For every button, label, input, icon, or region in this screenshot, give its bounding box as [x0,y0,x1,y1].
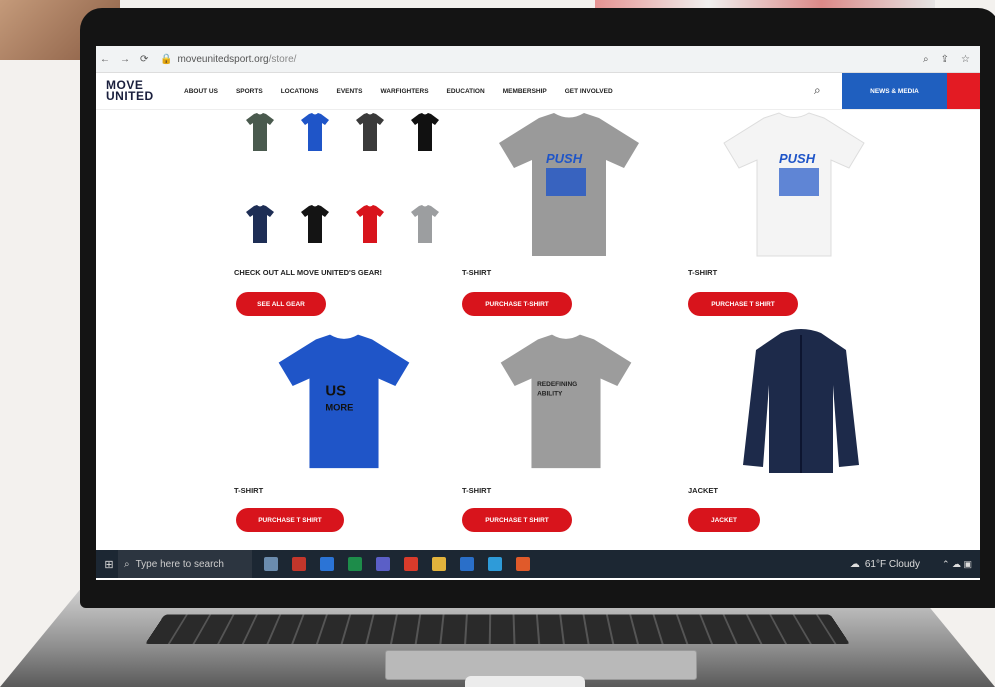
svg-text:PUSH: PUSH [546,151,583,166]
windows-start-icon[interactable]: ⊞ [100,558,118,571]
search-icon: ⌕ [124,558,130,570]
browser-toolbar: ← → ⟳ 🔒 moveunitedsport.org/store/ ⌕ ⇪ ☆ [96,46,980,73]
news-media-button[interactable]: NEWS & MEDIA [842,73,947,109]
system-tray-icons[interactable]: ⌃ ☁ ▣ [942,559,972,570]
photos-icon[interactable] [488,557,502,571]
jacket-button[interactable]: JACKET [688,508,760,532]
product-image-tshirt-blue[interactable]: US MORE [271,322,416,477]
weather-text: 61°F Cloudy [864,558,920,570]
gear-thumbnail[interactable] [399,108,451,196]
excel-icon[interactable] [348,557,362,571]
teams-icon[interactable] [376,557,390,571]
shirt-icon [348,202,392,246]
shirt-icon [238,202,282,246]
app-icon[interactable] [516,557,530,571]
purchase-tshirt-button[interactable]: PURCHASE T SHIRT [462,508,572,532]
url-path: /store/ [268,53,297,65]
product-title: JACKET [688,486,719,495]
laptop-keyboard [145,614,850,645]
see-all-gear-button[interactable]: SEE ALL GEAR [236,292,326,316]
nav-about-us[interactable]: ABOUT US [184,88,218,95]
logo-line-2: UNITED [106,89,154,103]
chrome-icon[interactable] [292,557,306,571]
svg-text:US: US [325,382,346,399]
shirt-icon [293,110,337,154]
task-view-icon[interactable] [264,557,278,571]
gear-thumbnail[interactable] [289,108,341,196]
svg-text:PUSH: PUSH [779,151,816,166]
nav-membership[interactable]: MEMBERSHIP [503,88,547,95]
product-title: T-SHIRT [462,486,492,495]
purchase-tshirt-button[interactable]: PURCHASE T SHIRT [236,508,344,532]
purchase-tshirt-button[interactable]: PURCHASE T-SHIRT [462,292,572,316]
shirt-icon [293,202,337,246]
product-image-tshirt-white[interactable]: PUSH [716,108,871,258]
product-image-tshirt-redefining[interactable]: REDEFINING ABILITY [491,322,641,477]
gear-thumbnail[interactable] [234,108,286,196]
outlook-icon[interactable] [320,557,334,571]
gear-thumbnail[interactable] [344,108,396,196]
site-logo[interactable]: MOVE UNITED [96,79,184,103]
taskbar-search-placeholder: Type here to search [135,558,224,570]
weather-widget[interactable]: ☁ 61°F Cloudy [850,559,920,570]
nav-locations[interactable]: LOCATIONS [281,88,319,95]
tshirt-blue-icon: US MORE [278,334,409,468]
share-icon[interactable]: ⇪ [941,54,949,65]
product-image-tshirt-gray[interactable]: PUSH [491,108,646,258]
screen: ← → ⟳ 🔒 moveunitedsport.org/store/ ⌕ ⇪ ☆… [96,46,980,580]
taskbar-apps [264,557,530,571]
svg-text:REDEFINING: REDEFINING [537,381,577,388]
nav-events[interactable]: EVENTS [336,88,362,95]
back-icon[interactable]: ← [100,54,110,65]
tshirt-white-icon: PUSH [722,112,865,257]
lock-icon: 🔒 [160,53,173,65]
product-image-jacket[interactable] [726,322,876,477]
search-icon[interactable]: ⌕ [814,83,821,98]
shirt-icon [238,110,282,154]
url-host: moveunitedsport.org [177,53,269,65]
shirt-icon [403,202,447,246]
star-icon[interactable]: ☆ [961,54,970,65]
forward-icon[interactable]: → [120,54,130,65]
zoom-icon[interactable]: ⌕ [923,54,929,65]
acrobat-icon[interactable] [404,557,418,571]
shirt-icon [348,110,392,154]
product-title: T-SHIRT [234,486,264,495]
address-bar[interactable]: 🔒 moveunitedsport.org/store/ [160,54,923,65]
svg-text:ABILITY: ABILITY [537,390,563,397]
windows-taskbar: ⊞ ⌕ Type here to search ☁ 61°F Cloudy ⌃ … [96,550,980,578]
cloud-icon: ☁ [849,558,860,570]
main-nav: ABOUT US SPORTS LOCATIONS EVENTS WARFIGH… [184,88,613,95]
donate-tab[interactable] [947,73,980,109]
product-title: T-SHIRT [688,268,718,277]
gear-thumbnail[interactable] [399,200,451,288]
svg-text:MORE: MORE [325,402,353,412]
jacket-icon [743,328,859,473]
word-icon[interactable] [460,557,474,571]
nav-get-involved[interactable]: GET INVOLVED [565,88,613,95]
nav-education[interactable]: EDUCATION [447,88,485,95]
file-explorer-icon[interactable] [432,557,446,571]
nav-sports[interactable]: SPORTS [236,88,263,95]
reload-icon[interactable]: ⟳ [140,54,148,65]
product-title: CHECK OUT ALL MOVE UNITED'S GEAR! [234,268,383,277]
shirt-icon [403,110,447,154]
laptop-notch [465,676,585,687]
purchase-tshirt-button[interactable]: PURCHASE T SHIRT [688,292,798,316]
nav-warfighters[interactable]: WARFIGHTERS [381,88,429,95]
taskbar-search[interactable]: ⌕ Type here to search [118,550,252,578]
product-title: T-SHIRT [462,268,492,277]
tshirt-gray-icon: PUSH [498,113,639,256]
tshirt-redefining-icon: REDEFINING ABILITY [500,334,632,468]
site-header: MOVE UNITED ABOUT US SPORTS LOCATIONS EV… [96,73,980,110]
